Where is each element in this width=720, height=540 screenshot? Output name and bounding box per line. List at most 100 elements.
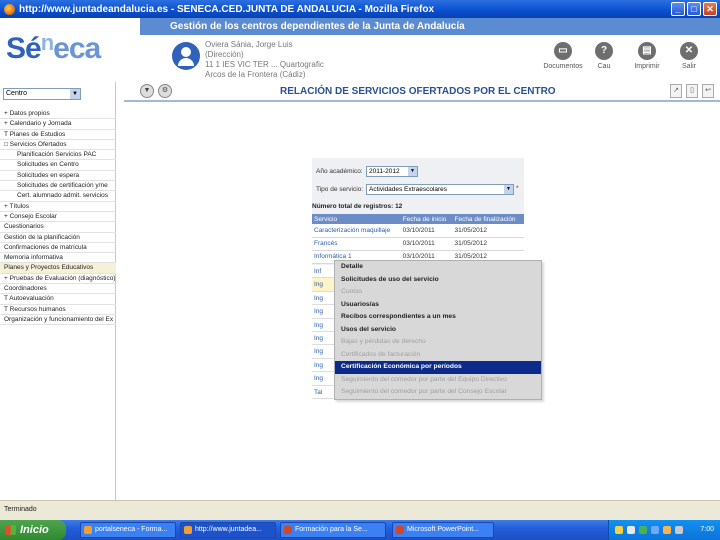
settings-icon[interactable]: ⚙ [158, 84, 172, 98]
sidebar-item[interactable]: Solicitudes en espera [0, 171, 116, 182]
exit-button[interactable]: ✕ Salir [666, 42, 712, 70]
user-role: (Dirección) [205, 50, 244, 59]
year-select[interactable]: 2011-2012 ▼ [366, 166, 418, 177]
sidebar-item[interactable]: Coordinadores [0, 284, 116, 295]
context-menu-item: Seguimiento del comedor por parte del Eq… [341, 375, 507, 383]
print-button[interactable]: ▤ Imprimir [624, 42, 670, 70]
service-type-value: Actividades Extraescolares [369, 186, 448, 193]
context-menu-item[interactable]: Detalle [335, 261, 541, 274]
context-menu-item[interactable]: Usuarios/as [335, 299, 541, 312]
table-row-stub[interactable]: Ing [312, 305, 334, 319]
task-label: http://www.juntadea... [195, 526, 262, 533]
cau-button[interactable]: ? Cau [581, 42, 627, 70]
table-row-stub[interactable]: Ing [312, 345, 334, 359]
start-date: 03/10/2011 [400, 224, 453, 238]
role-select-value: Centro [6, 90, 28, 97]
documents-label: Documentos [543, 63, 583, 70]
sidebar-item[interactable]: Gestión de la planificación [0, 233, 116, 243]
context-menu-item[interactable]: Usos del servicio [335, 324, 541, 337]
required-mark: * [516, 185, 519, 192]
user-name: Oviera Sánia, Jorge Luis [205, 40, 293, 49]
sidebar-item[interactable]: + Datos propios [0, 109, 116, 120]
sidebar-item[interactable]: Memoria informativa [0, 253, 116, 264]
exit-label: Salir [681, 63, 696, 70]
exit-icon: ✕ [680, 42, 698, 60]
export-icon[interactable]: ↗ [670, 84, 682, 98]
sidebar-item[interactable]: + Consejo Escolar [0, 212, 116, 223]
logo-sup: n [40, 30, 54, 55]
sidebar-item[interactable]: Cuestionarios [0, 222, 116, 233]
table-row-stub[interactable]: Ing [312, 372, 334, 386]
table-row-stub[interactable]: Ing [312, 318, 334, 332]
taskbar-item[interactable]: http://www.juntadea... [180, 522, 276, 538]
filter-button[interactable]: ▼ [140, 84, 154, 98]
tray-app-icon[interactable] [663, 526, 671, 534]
documents-button[interactable]: ▭ Documentos [540, 42, 586, 70]
sidebar-item[interactable]: Confirmaciones de matrícula [0, 243, 116, 254]
col-service[interactable]: Servicio [312, 214, 401, 224]
sidebar-item[interactable]: Organización y funcionamiento del Ex [0, 315, 116, 326]
close-window-button[interactable]: ✕ [703, 2, 717, 16]
firefox-icon [84, 526, 92, 534]
sidebar-item[interactable]: □ Servicios Ofertados [0, 140, 116, 151]
sidebar-item[interactable]: Planificación Servicios PAC [0, 150, 116, 161]
taskbar-item[interactable]: portalseneca - Forma... [80, 522, 176, 538]
document-icon[interactable]: ▯ [686, 84, 698, 98]
sidebar-item[interactable]: + Pruebas de Evaluación (diagnóstico) [0, 274, 116, 285]
start-button[interactable]: Inicio [0, 520, 66, 540]
type-label: Tipo de servicio: [316, 186, 364, 193]
network-icon[interactable] [615, 526, 623, 534]
sidebar-item[interactable]: Planes y Proyectos Educativos [0, 263, 116, 274]
context-menu-item: Seguimiento del comedor por parte del Co… [341, 388, 507, 395]
logo-part2: eca [53, 32, 101, 65]
year-label: Año académico: [316, 168, 363, 175]
table-row[interactable]: Francés 03/10/2011 31/05/2012 [312, 237, 524, 251]
table-row[interactable]: Caracterización maquillaje 03/10/2011 31… [312, 224, 524, 238]
tray-app-icon[interactable] [675, 526, 683, 534]
seneca-logo[interactable]: Séneca [6, 30, 101, 66]
minimize-button[interactable]: _ [671, 2, 685, 16]
taskbar-item[interactable]: Microsoft PowerPoint... [392, 522, 494, 538]
context-menu-item: Certificados de facturación [341, 350, 421, 358]
logo-part1: Sé [6, 32, 42, 65]
table-row-stub[interactable]: Ing [312, 278, 334, 292]
sidebar-item[interactable]: + Títulos [0, 202, 116, 212]
print-icon: ▤ [638, 42, 656, 60]
context-menu-item[interactable]: Recibos correspondientes a un mes [335, 311, 541, 324]
table-row-stub[interactable]: Ing [312, 291, 334, 306]
sidebar-item[interactable]: T Recursos humanos [0, 305, 116, 315]
context-menu: Detalle Solicitudes de uso del servicio Cu… [334, 260, 542, 400]
taskbar-item[interactable]: Formación para la Se... [280, 522, 386, 538]
back-icon[interactable]: ↩ [702, 84, 714, 98]
sidebar-item[interactable]: + Calendario y Jornada [0, 119, 116, 130]
service-name[interactable]: Caracterización maquillaje [312, 224, 401, 238]
service-name[interactable]: Francés [312, 237, 401, 251]
table-row-stub[interactable]: Ing [312, 358, 334, 373]
service-type-select[interactable]: Actividades Extraescolares ▼ [366, 184, 514, 195]
volume-icon[interactable] [627, 526, 635, 534]
table-row-stub[interactable]: Tal [312, 385, 334, 399]
security-icon[interactable] [639, 526, 647, 534]
table-row-stub[interactable]: Inf [312, 265, 334, 279]
header-banner: Gestión de los centros dependientes de l… [140, 18, 720, 35]
role-select[interactable]: Centro ▼ [3, 88, 81, 100]
sidebar-item[interactable]: Solicitudes de certificación y/ne [0, 181, 116, 192]
window-title: http://www.juntadeandalucia.es - SENECA.… [19, 3, 435, 15]
context-menu-item[interactable]: Solicitudes de uso del servicio [335, 274, 541, 287]
chevron-down-icon: ▼ [408, 167, 417, 176]
tray-app-icon[interactable] [651, 526, 659, 534]
powerpoint-icon [396, 526, 404, 534]
documents-icon: ▭ [554, 42, 572, 60]
context-menu-item[interactable]: Certificación Económica por períodos [335, 361, 541, 374]
context-menu-item: Cuotas [341, 288, 363, 295]
table-row-stub[interactable]: Ing [312, 331, 334, 346]
sidebar-item[interactable]: T Planes de Estudios [0, 130, 116, 140]
col-end-date[interactable]: Fecha de finalización [452, 214, 524, 224]
sidebar-item[interactable]: T Autoevaluación [0, 294, 116, 305]
sidebar-item[interactable]: Solicitudes en Centro [0, 160, 116, 171]
sidebar-item[interactable]: Cert. alumnado admit. servicios [0, 191, 116, 202]
end-date: 31/05/2012 [452, 224, 524, 238]
col-start-date[interactable]: Fecha de inicio [400, 214, 453, 224]
maximize-button[interactable]: □ [687, 2, 701, 16]
window-controls: _ □ ✕ [671, 2, 717, 16]
